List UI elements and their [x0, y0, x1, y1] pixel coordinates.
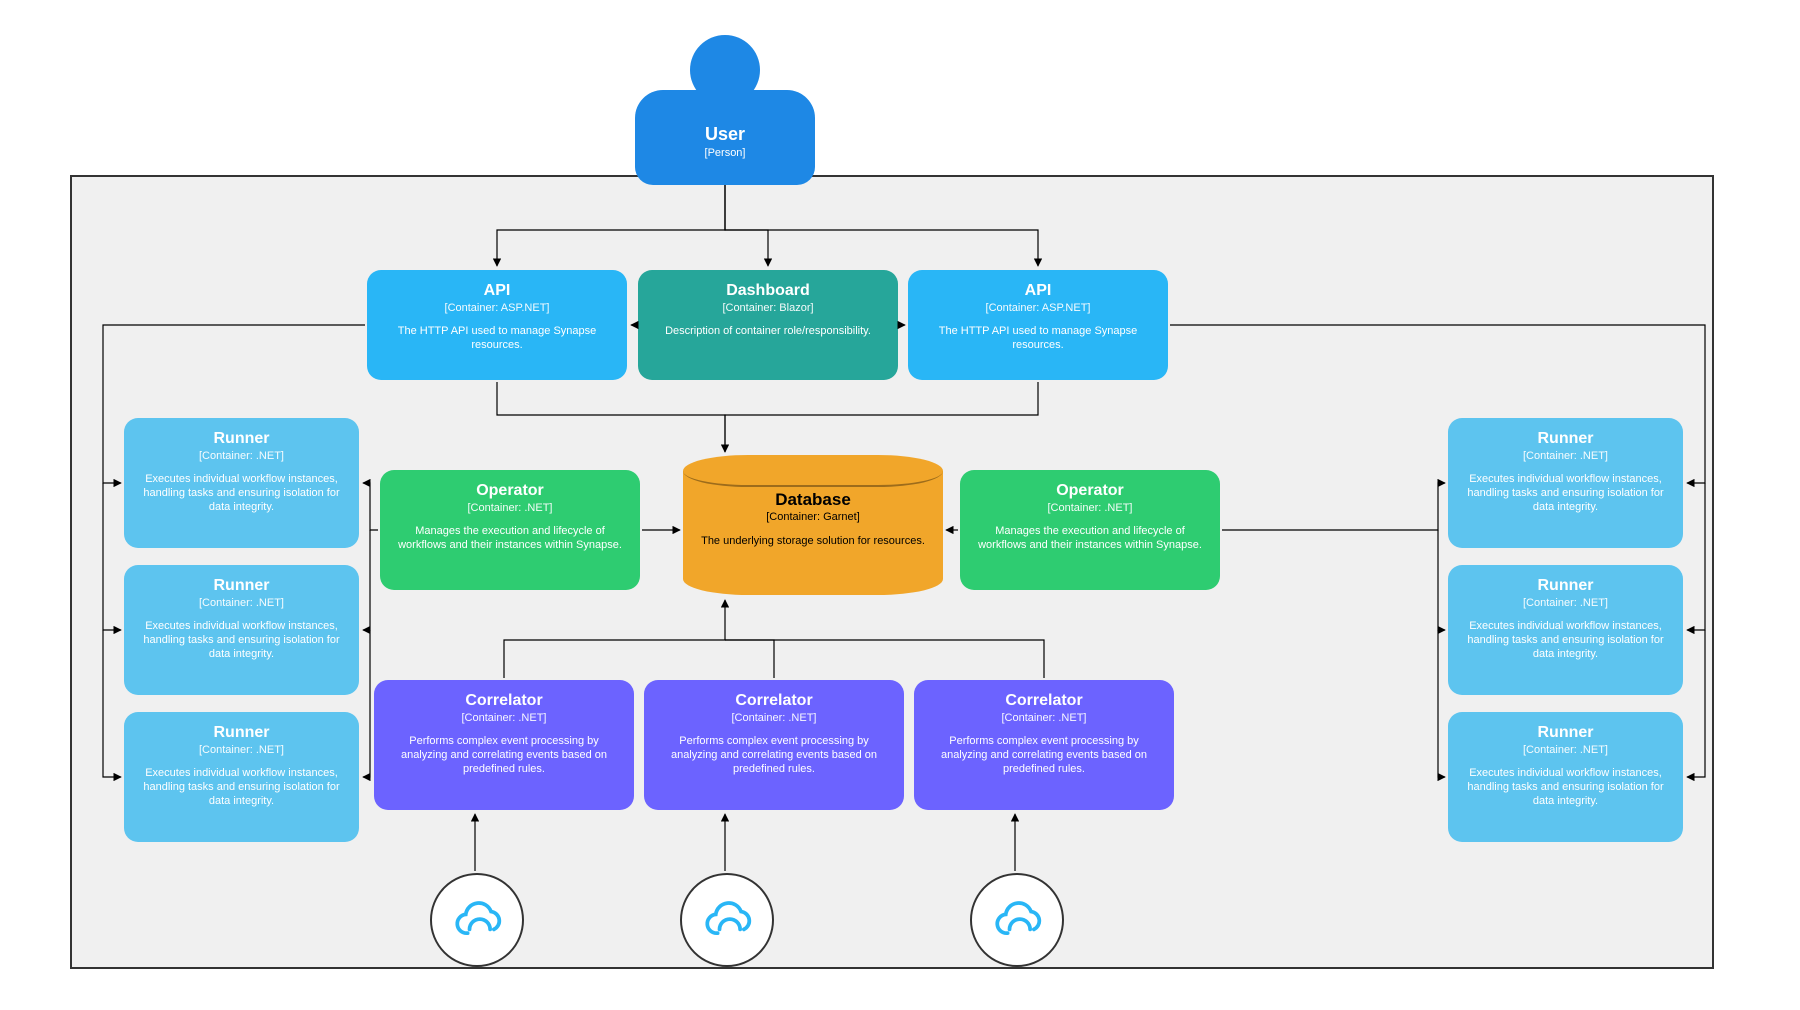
- run-desc-r2: Executes individual workflow instances, …: [1462, 619, 1669, 661]
- run-desc-r3: Executes individual workflow instances, …: [1462, 766, 1669, 808]
- run-title-l3: Runner: [214, 724, 270, 742]
- db-text: Database [Container: Garnet] The underly…: [683, 490, 943, 547]
- api-desc-l: The HTTP API used to manage Synapse reso…: [382, 324, 612, 352]
- dashboard-desc: Description of container role/responsibi…: [665, 324, 871, 338]
- cor-title-3: Correlator: [1005, 692, 1082, 710]
- user-subtitle: [Person]: [705, 147, 746, 159]
- op-title-r: Operator: [1056, 482, 1124, 500]
- cor-desc-2: Performs complex event processing by ana…: [659, 734, 889, 776]
- db-sub: [Container: Garnet]: [766, 511, 860, 523]
- cor-desc-3: Performs complex event processing by ana…: [929, 734, 1159, 776]
- db-desc: The underlying storage solution for reso…: [701, 535, 925, 547]
- run-title-r1: Runner: [1538, 430, 1594, 448]
- run-desc-l2: Executes individual workflow instances, …: [138, 619, 345, 661]
- container-operator-left: Operator [Container: .NET] Manages the e…: [380, 470, 640, 590]
- api-sub-l: [Container: ASP.NET]: [445, 302, 550, 314]
- cloud-icon: [697, 900, 757, 940]
- cor-title-1: Correlator: [465, 692, 542, 710]
- run-title-l2: Runner: [214, 577, 270, 595]
- cor-sub-1: [Container: .NET]: [462, 712, 547, 724]
- db-title: Database: [775, 490, 851, 510]
- api-desc-r: The HTTP API used to manage Synapse reso…: [923, 324, 1153, 352]
- container-runner-r2: Runner [Container: .NET] Executes indivi…: [1448, 565, 1683, 695]
- api-title-r: API: [1025, 282, 1052, 300]
- container-operator-right: Operator [Container: .NET] Manages the e…: [960, 470, 1220, 590]
- container-api-right: API [Container: ASP.NET] The HTTP API us…: [908, 270, 1168, 380]
- api-title-l: API: [484, 282, 511, 300]
- op-title-l: Operator: [476, 482, 544, 500]
- run-sub-r2: [Container: .NET]: [1523, 597, 1608, 609]
- run-sub-l2: [Container: .NET]: [199, 597, 284, 609]
- avatar-body: User [Person]: [635, 90, 815, 185]
- cloud-icon: [447, 900, 507, 940]
- op-sub-l: [Container: .NET]: [468, 502, 553, 514]
- api-sub-r: [Container: ASP.NET]: [986, 302, 1091, 314]
- run-desc-r1: Executes individual workflow instances, …: [1462, 472, 1669, 514]
- container-runner-r3: Runner [Container: .NET] Executes indivi…: [1448, 712, 1683, 842]
- cloud-event-source-3: [970, 873, 1064, 967]
- db-lip: [683, 455, 943, 487]
- run-title-r3: Runner: [1538, 724, 1594, 742]
- container-runner-l1: Runner [Container: .NET] Executes indivi…: [124, 418, 359, 548]
- run-sub-l1: [Container: .NET]: [199, 450, 284, 462]
- run-desc-l3: Executes individual workflow instances, …: [138, 766, 345, 808]
- container-correlator-2: Correlator [Container: .NET] Performs co…: [644, 680, 904, 810]
- run-sub-l3: [Container: .NET]: [199, 744, 284, 756]
- user-title: User: [705, 124, 745, 145]
- dashboard-sub: [Container: Blazor]: [722, 302, 813, 314]
- container-database: Database [Container: Garnet] The underly…: [683, 455, 943, 595]
- cloud-icon: [987, 900, 1047, 940]
- container-runner-l3: Runner [Container: .NET] Executes indivi…: [124, 712, 359, 842]
- op-desc-r: Manages the execution and lifecycle of w…: [975, 524, 1205, 552]
- cloud-event-source-1: [430, 873, 524, 967]
- container-api-left: API [Container: ASP.NET] The HTTP API us…: [367, 270, 627, 380]
- op-desc-l: Manages the execution and lifecycle of w…: [395, 524, 625, 552]
- cloud-event-source-2: [680, 873, 774, 967]
- dashboard-title: Dashboard: [726, 282, 810, 300]
- container-runner-l2: Runner [Container: .NET] Executes indivi…: [124, 565, 359, 695]
- op-sub-r: [Container: .NET]: [1048, 502, 1133, 514]
- run-sub-r3: [Container: .NET]: [1523, 744, 1608, 756]
- cor-title-2: Correlator: [735, 692, 812, 710]
- run-title-r2: Runner: [1538, 577, 1594, 595]
- container-runner-r1: Runner [Container: .NET] Executes indivi…: [1448, 418, 1683, 548]
- cor-sub-2: [Container: .NET]: [732, 712, 817, 724]
- container-correlator-3: Correlator [Container: .NET] Performs co…: [914, 680, 1174, 810]
- run-desc-l1: Executes individual workflow instances, …: [138, 472, 345, 514]
- actor-user: User [Person]: [635, 35, 815, 185]
- container-correlator-1: Correlator [Container: .NET] Performs co…: [374, 680, 634, 810]
- run-title-l1: Runner: [214, 430, 270, 448]
- container-dashboard: Dashboard [Container: Blazor] Descriptio…: [638, 270, 898, 380]
- cor-desc-1: Performs complex event processing by ana…: [389, 734, 619, 776]
- cor-sub-3: [Container: .NET]: [1002, 712, 1087, 724]
- run-sub-r1: [Container: .NET]: [1523, 450, 1608, 462]
